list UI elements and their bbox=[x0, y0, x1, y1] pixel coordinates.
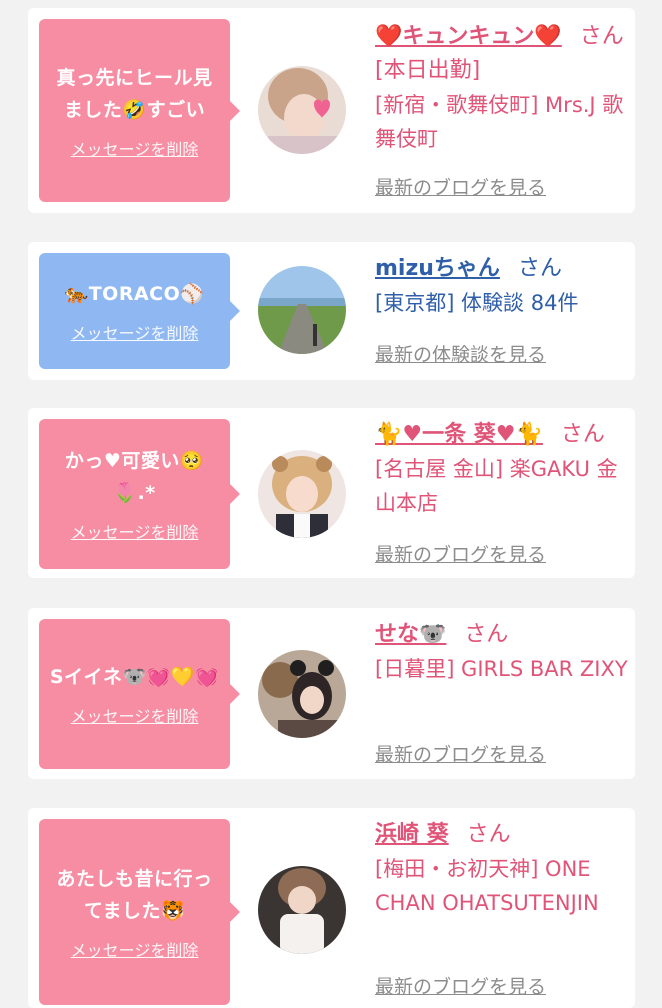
user-name[interactable]: 浜崎 葵 bbox=[375, 822, 449, 847]
avatar[interactable] bbox=[258, 266, 346, 354]
latest-blog-link[interactable]: 最新のブログを見る bbox=[375, 173, 546, 200]
honorific: さん bbox=[560, 422, 605, 447]
message-bubble: 🐅TORACO⚾️ メッセージを削除 bbox=[39, 253, 240, 369]
avatar-image bbox=[258, 450, 346, 538]
honorific: さん bbox=[579, 24, 624, 49]
latest-blog-link[interactable]: 最新のブログを見る bbox=[375, 540, 546, 567]
avatar[interactable] bbox=[258, 866, 346, 954]
user-name[interactable]: ❤️キュンキュン❤️ bbox=[375, 24, 562, 49]
shop-info: [梅田・お初天神] ONE CHAN OHATSUTENJIN bbox=[375, 857, 599, 915]
shop-info: [名古屋 金山] 楽GAKU 金山本店 bbox=[375, 457, 618, 515]
list-item: 🐅TORACO⚾️ メッセージを削除 mizuちゃん さん [東京都] 体験談 8… bbox=[28, 242, 635, 380]
user-name[interactable]: せな🐨 bbox=[375, 622, 446, 647]
shop-info: [新宿・歌舞伎町] Mrs.J 歌舞伎町 bbox=[375, 93, 624, 151]
avatar-image bbox=[258, 66, 346, 154]
message-bubble: あたしも昔に行ってました🐯 メッセージを削除 bbox=[39, 819, 240, 1005]
latest-blog-link[interactable]: 最新のブログを見る bbox=[375, 740, 546, 767]
delete-message-link[interactable]: メッセージを削除 bbox=[71, 703, 199, 727]
message-bubble: かっ♥可愛い🥺🌷.* メッセージを削除 bbox=[39, 419, 240, 569]
status-text: [本日出勤] bbox=[375, 58, 481, 83]
delete-message-link[interactable]: メッセージを削除 bbox=[71, 320, 199, 344]
list-item: かっ♥可愛い🥺🌷.* メッセージを削除 🐈♥一条 葵♥🐈 さん [名古屋 金山] … bbox=[28, 408, 635, 578]
message-list: 真っ先にヒール見ました🤣すごい メッセージを削除 ❤️キュンキュン❤️ さん [本… bbox=[0, 0, 662, 1008]
message-bubble: 真っ先にヒール見ました🤣すごい メッセージを削除 bbox=[39, 19, 240, 202]
user-name[interactable]: 🐈♥一条 葵♥🐈 bbox=[375, 422, 543, 447]
list-item: 真っ先にヒール見ました🤣すごい メッセージを削除 ❤️キュンキュン❤️ さん [本… bbox=[28, 8, 635, 213]
message-text: あたしも昔に行ってました🐯 bbox=[56, 868, 213, 922]
delete-message-link[interactable]: メッセージを削除 bbox=[71, 519, 199, 543]
message-text: かっ♥可愛い🥺🌷.* bbox=[64, 450, 205, 504]
avatar-image bbox=[258, 650, 346, 738]
list-item: あたしも昔に行ってました🐯 メッセージを削除 浜崎 葵さん [梅田・お初天神] … bbox=[28, 808, 635, 1008]
avatar[interactable] bbox=[258, 650, 346, 738]
item-info: 🐈♥一条 葵♥🐈 さん [名古屋 金山] 楽GAKU 金山本店 bbox=[375, 418, 630, 520]
item-info: 浜崎 葵さん [梅田・お初天神] ONE CHAN OHATSUTENJIN bbox=[375, 818, 630, 920]
latest-blog-link[interactable]: 最新のブログを見る bbox=[375, 972, 546, 999]
list-item: Sイイネ🐨💓💛💓 メッセージを削除 せな🐨 さん [日暮里] GIRLS BAR … bbox=[28, 608, 635, 779]
avatar-image bbox=[258, 266, 346, 354]
avatar-image bbox=[258, 866, 346, 954]
item-info: mizuちゃん さん [東京都] 体験談 84件 bbox=[375, 252, 630, 320]
shop-info: [日暮里] GIRLS BAR ZIXY bbox=[375, 657, 628, 681]
delete-message-link[interactable]: メッセージを削除 bbox=[71, 937, 199, 961]
avatar[interactable] bbox=[258, 450, 346, 538]
latest-review-link[interactable]: 最新の体験談を見る bbox=[375, 340, 546, 367]
avatar[interactable] bbox=[258, 66, 346, 154]
honorific: さん bbox=[517, 256, 562, 281]
review-info: [東京都] 体験談 84件 bbox=[375, 291, 579, 315]
delete-message-link[interactable]: メッセージを削除 bbox=[71, 136, 199, 160]
item-info: せな🐨 さん [日暮里] GIRLS BAR ZIXY bbox=[375, 618, 630, 686]
message-text: 真っ先にヒール見ました🤣すごい bbox=[56, 66, 213, 121]
item-info: ❤️キュンキュン❤️ さん [本日出勤] [新宿・歌舞伎町] Mrs.J 歌舞伎町 bbox=[375, 20, 630, 156]
message-text: Sイイネ🐨💓💛💓 bbox=[49, 666, 220, 688]
message-text: 🐅TORACO⚾️ bbox=[64, 283, 205, 305]
message-bubble: Sイイネ🐨💓💛💓 メッセージを削除 bbox=[39, 619, 240, 769]
honorific: さん bbox=[466, 822, 511, 847]
user-name[interactable]: mizuちゃん bbox=[375, 256, 500, 281]
honorific: さん bbox=[464, 622, 509, 647]
